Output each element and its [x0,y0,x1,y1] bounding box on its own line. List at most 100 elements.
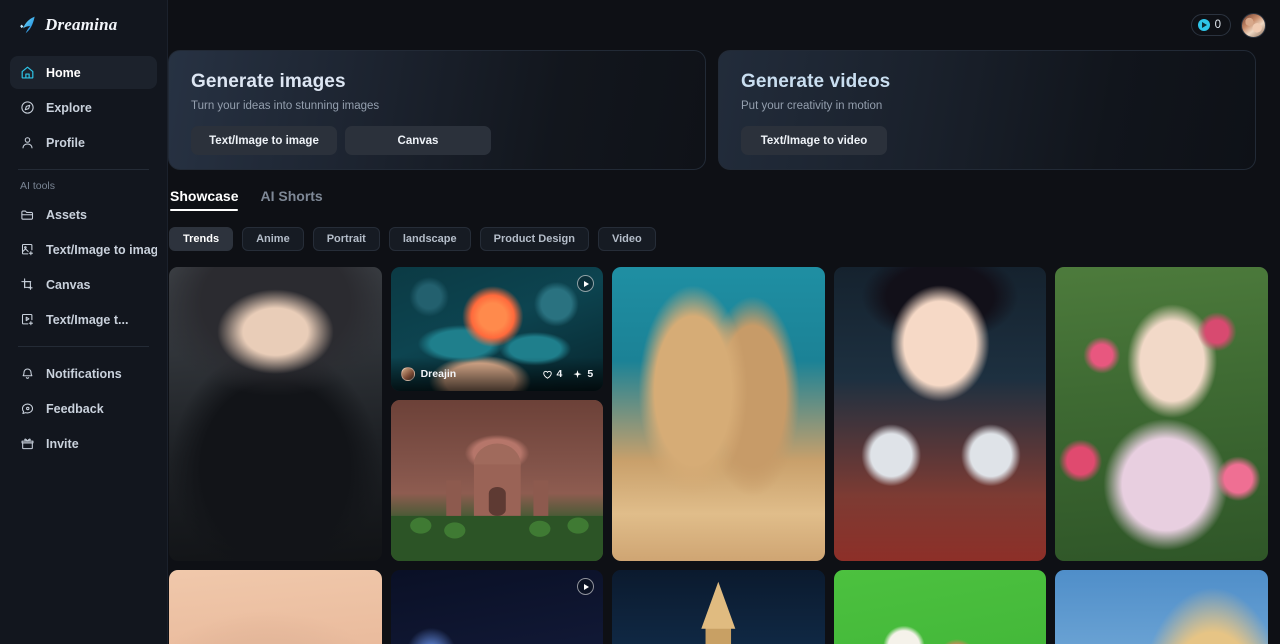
spark-logo-icon [20,16,35,34]
chip-video[interactable]: Video [597,227,656,251]
app-root: Dreamina Home Explore Profile AI tools A… [0,0,1280,644]
gallery-card-image [833,267,1047,561]
gallery-card[interactable] [390,400,604,561]
sidebar-item-explore[interactable]: Explore [10,91,157,124]
gallery-column: Dreajin 4 5 [390,267,604,644]
content: Generate images Turn your ideas into stu… [168,50,1280,644]
canvas-frame-icon [21,278,33,290]
image-plus-icon [21,243,33,256]
generate-images-subtitle: Turn your ideas into stunning images [191,100,380,112]
chip-landscape[interactable]: landscape [388,227,471,251]
coin-icon [1197,19,1210,31]
sidebar-divider-top [18,169,149,170]
chip-portrait[interactable]: Portrait [312,227,380,251]
sidebar-group-label: AI tools [20,180,56,192]
filter-chips: Trends Anime Portrait landscape Product … [168,211,1268,251]
sidebar-item-label: Assets [46,207,87,222]
bell-icon [22,368,33,379]
taj-mahal-illustration [390,443,604,561]
gallery-card-image [169,570,382,644]
home-icon [21,66,34,79]
gallery-card[interactable] [833,267,1047,561]
tab-showcase[interactable]: Showcase [170,188,239,211]
folder-icon [21,210,34,220]
gallery-card-stats: 45 [542,368,593,380]
sidebar-item-profile[interactable]: Profile [10,126,157,159]
chip-trends[interactable]: Trends [169,227,234,251]
text-image-to-image-button[interactable]: Text/Image to image [191,126,337,155]
sidebar-item-invite[interactable]: Invite [10,427,157,460]
sidebar-item-label: Profile [46,135,85,150]
author-name: Dreajin [420,368,457,380]
credits-badge[interactable]: 0 [1190,14,1231,36]
gallery-card[interactable]: Dreajin 4 5 [390,267,604,391]
gallery-card[interactable] [612,570,825,644]
generate-images-card: Generate images Turn your ideas into stu… [168,50,706,170]
sidebar-item-label: Home [46,65,81,80]
sidebar-item-text-image-to-video[interactable]: Text/Image t... [10,303,157,336]
sidebar-item-label: Feedback [46,401,104,416]
canvas-button[interactable]: Canvas [345,126,491,155]
generate-videos-buttons: Text/Image to video [741,126,1233,155]
brand-name: Dreamina [45,15,118,34]
spark-stat[interactable]: 5 [572,368,593,380]
obelisk-illustration [701,581,736,644]
like-count: 4 [556,368,563,380]
hero-row: Generate images Turn your ideas into stu… [168,50,1268,170]
sidebar-item-label: Text/Image t... [46,312,129,327]
person-icon [22,137,33,149]
chip-anime[interactable]: Anime [242,227,304,251]
topbar: 0 [168,0,1280,50]
sidebar-item-canvas[interactable]: Canvas [10,268,157,301]
gallery-card-image [833,570,1047,644]
gallery-card-image [1055,570,1268,644]
heart-icon [542,370,552,379]
text-image-to-video-button[interactable]: Text/Image to video [741,126,887,155]
avatar[interactable] [1241,12,1266,38]
video-plus-icon [21,313,33,326]
gallery-card[interactable] [169,267,382,561]
tab-bar: Showcase AI Shorts [169,170,1268,211]
generate-videos-subtitle: Put your creativity in motion [741,100,883,112]
gallery-grid: Dreajin030Dreajin45 [168,251,1268,644]
gallery-column [1055,267,1268,644]
sidebar-item-notifications[interactable]: Notifications [10,357,157,390]
sidebar: Dreamina Home Explore Profile AI tools A… [0,0,168,644]
gallery-card[interactable]: Dreajin030 [169,570,382,644]
main-area: 0 Generate images Turn your ideas into s… [168,0,1280,644]
gallery-card-image [390,570,604,644]
gallery-card-image [612,570,825,644]
brand[interactable]: Dreamina [10,0,157,50]
generate-images-title: Generate images [191,71,346,92]
spark-count: 5 [587,368,594,380]
sidebar-item-home[interactable]: Home [10,56,157,89]
sidebar-item-feedback[interactable]: Feedback [10,392,157,425]
spark-icon [573,369,582,378]
like-stat[interactable]: 4 [542,368,563,380]
generate-videos-card: Generate videos Put your creativity in m… [718,50,1256,170]
generate-images-buttons: Text/Image to image Canvas [191,126,683,155]
tab-ai-shorts[interactable]: AI Shorts [260,188,322,211]
chat-icon [21,403,34,415]
gallery-card-overlay: Dreajin 4 5 [390,357,604,391]
sidebar-divider-bottom [18,346,149,347]
sidebar-item-label: Invite [46,436,79,451]
gallery-column [833,267,1047,644]
gallery-card[interactable] [833,570,1047,644]
chip-product-design[interactable]: Product Design [479,227,589,251]
gallery-card[interactable] [1055,267,1268,561]
sidebar-item-assets[interactable]: Assets [10,198,157,231]
gallery-column [612,267,825,644]
author-avatar [400,367,415,381]
gift-icon [21,438,34,450]
sidebar-item-label: Explore [46,100,92,115]
gallery-card-image [1055,267,1268,561]
gallery-card[interactable] [390,570,604,644]
gallery-card[interactable] [612,267,825,561]
gallery-card-image [169,267,382,561]
credits-value: 0 [1214,19,1221,31]
gallery-card-author[interactable]: Dreajin [400,367,457,381]
sidebar-item-text-image-to-image[interactable]: Text/Image to image [10,233,157,266]
gallery-card-image [390,400,604,561]
gallery-card[interactable] [1055,570,1268,644]
